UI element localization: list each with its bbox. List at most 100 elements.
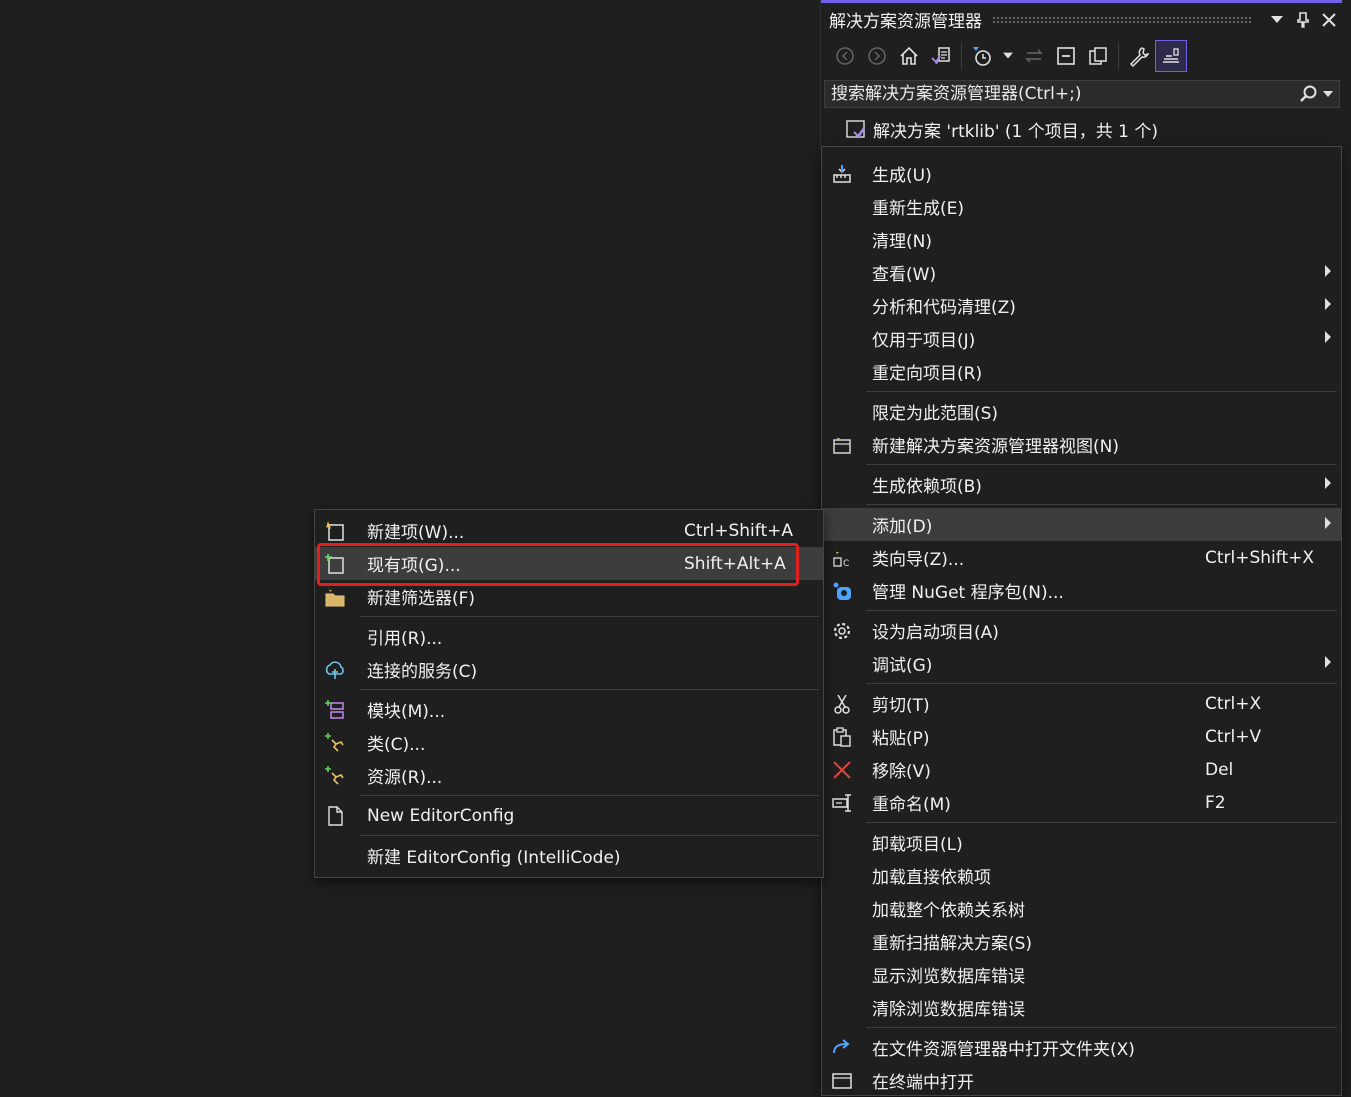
window-position-dropdown-icon[interactable] (1264, 7, 1290, 33)
search-options[interactable] (1299, 84, 1339, 104)
connected-service-icon (323, 658, 347, 682)
terminal-icon (830, 1069, 854, 1093)
svg-text:C: C (843, 559, 849, 569)
menu-item-resource[interactable]: 资源(R)... (315, 759, 823, 792)
project-context-menu: 生成(U) 重新生成(E) 清理(N) 查看(W) 分析和代码清理(Z) 仅用于… (821, 146, 1342, 1096)
menu-item-class[interactable]: 类(C)... (315, 726, 823, 759)
menu-item-cut[interactable]: 剪切(T) Ctrl+X (822, 687, 1341, 720)
open-folder-icon (830, 1036, 854, 1060)
submenu-arrow-icon (1325, 331, 1331, 343)
menu-separator (866, 391, 1337, 392)
menu-item-retarget[interactable]: 重定向项目(R) (822, 355, 1341, 388)
remove-icon (830, 758, 854, 782)
file-icon (323, 804, 347, 828)
show-all-files-icon[interactable] (1082, 40, 1114, 72)
menu-item-view[interactable]: 查看(W) (822, 256, 1341, 289)
module-icon (323, 698, 347, 722)
nuget-icon (830, 579, 854, 603)
new-filter-icon (323, 585, 347, 609)
menu-item-open-in-terminal[interactable]: 在终端中打开 (822, 1064, 1341, 1097)
menu-item-manage-nuget[interactable]: 管理 NuGet 程序包(N)... (822, 574, 1341, 607)
menu-separator (359, 616, 819, 617)
menu-separator (866, 683, 1337, 684)
new-view-icon (830, 433, 854, 457)
menu-item-new-editorconfig-intellicode[interactable]: 新建 EditorConfig (IntelliCode) (315, 839, 823, 872)
menu-item-build[interactable]: 生成(U) (822, 157, 1341, 190)
new-item-icon (323, 519, 347, 543)
solution-root-node[interactable]: 解决方案 'rtklib' (1 个项目，共 1 个) (821, 112, 1342, 146)
chevron-down-icon (1323, 91, 1333, 97)
collapse-all-icon[interactable] (1050, 40, 1082, 72)
menu-item-reference[interactable]: 引用(R)... (315, 620, 823, 653)
solution-explorer-panel: 解决方案资源管理器 搜索解决方案资源管理器(Ctrl+;) 解决方案 'rtkl… (820, 0, 1342, 150)
menu-separator (866, 822, 1337, 823)
menu-item-build-dependencies[interactable]: 生成依赖项(B) (822, 468, 1341, 501)
menu-item-unload-project[interactable]: 卸载项目(L) (822, 826, 1341, 859)
gear-icon (830, 619, 854, 643)
menu-item-load-direct-deps[interactable]: 加载直接依赖项 (822, 859, 1341, 892)
menu-item-rescan-solution[interactable]: 重新扫描解决方案(S) (822, 925, 1341, 958)
panel-title: 解决方案资源管理器 (829, 12, 982, 32)
sync-with-active-document-icon[interactable] (1018, 40, 1050, 72)
solution-explorer-toolbar (821, 36, 1342, 76)
menu-item-new-filter[interactable]: 新建筛选器(F) (315, 580, 823, 613)
menu-item-class-wizard[interactable]: C 类向导(Z)... Ctrl+Shift+X (822, 541, 1341, 574)
paste-icon (830, 725, 854, 749)
submenu-arrow-icon (1325, 298, 1331, 310)
menu-separator (359, 689, 819, 690)
menu-item-rename[interactable]: 重命名(M) F2 (822, 786, 1341, 819)
class-icon (323, 731, 347, 755)
drag-grip[interactable] (992, 15, 1252, 24)
submenu-arrow-icon (1325, 517, 1331, 529)
menu-item-remove[interactable]: 移除(V) Del (822, 753, 1341, 786)
add-submenu: 新建项(W)... Ctrl+Shift+A 现有项(G)... Shift+A… (314, 509, 824, 878)
solution-icon (846, 120, 865, 139)
back-icon[interactable] (829, 40, 861, 72)
menu-item-add[interactable]: 添加(D) (822, 508, 1341, 541)
rename-icon (830, 791, 854, 815)
class-wizard-icon: C (830, 546, 854, 570)
toolbar-separator (961, 43, 962, 69)
menu-item-connected-service[interactable]: 连接的服务(C) (315, 653, 823, 686)
menu-item-existing-item[interactable]: 现有项(G)... Shift+Alt+A (315, 547, 823, 580)
solution-explorer-titlebar: 解决方案资源管理器 (821, 0, 1342, 36)
menu-item-scope-to-this[interactable]: 限定为此范围(S) (822, 395, 1341, 428)
close-icon[interactable] (1316, 7, 1342, 33)
search-icon (1300, 85, 1317, 102)
menu-item-open-in-explorer[interactable]: 在文件资源管理器中打开文件夹(X) (822, 1031, 1341, 1064)
menu-separator (866, 610, 1337, 611)
menu-item-load-dep-tree[interactable]: 加载整个依赖关系树 (822, 892, 1341, 925)
submenu-arrow-icon (1325, 656, 1331, 668)
search-input[interactable] (825, 83, 1299, 105)
submenu-arrow-icon (1325, 265, 1331, 277)
menu-item-module[interactable]: 模块(M)... (315, 693, 823, 726)
forward-icon[interactable] (861, 40, 893, 72)
pending-changes-filter-icon[interactable] (966, 40, 998, 72)
properties-wrench-icon[interactable] (1123, 40, 1155, 72)
scissors-icon (830, 692, 854, 716)
menu-item-rebuild[interactable]: 重新生成(E) (822, 190, 1341, 223)
menu-item-paste[interactable]: 粘贴(P) Ctrl+V (822, 720, 1341, 753)
resource-icon (323, 764, 347, 788)
menu-separator (866, 1027, 1337, 1028)
menu-item-project-only[interactable]: 仅用于项目(J) (822, 322, 1341, 355)
submenu-arrow-icon (1325, 477, 1331, 489)
switch-views-icon[interactable] (925, 40, 957, 72)
preview-selected-items-icon[interactable] (1155, 40, 1187, 72)
solution-search-box[interactable] (824, 80, 1340, 108)
menu-item-new-item[interactable]: 新建项(W)... Ctrl+Shift+A (315, 514, 823, 547)
solution-label: 解决方案 'rtklib' (1 个项目，共 1 个) (873, 121, 1158, 142)
menu-item-clear-db-errors[interactable]: 清除浏览数据库错误 (822, 991, 1341, 1024)
menu-item-clean[interactable]: 清理(N) (822, 223, 1341, 256)
home-icon[interactable] (893, 40, 925, 72)
menu-separator (866, 464, 1337, 465)
menu-item-show-db-errors[interactable]: 显示浏览数据库错误 (822, 958, 1341, 991)
existing-item-icon (323, 552, 347, 576)
menu-item-new-editorconfig[interactable]: New EditorConfig (315, 799, 823, 832)
pin-icon[interactable] (1290, 7, 1316, 33)
menu-item-set-startup[interactable]: 设为启动项目(A) (822, 614, 1341, 647)
filter-dropdown-icon[interactable] (998, 40, 1018, 72)
menu-item-analyze[interactable]: 分析和代码清理(Z) (822, 289, 1341, 322)
menu-item-new-view[interactable]: 新建解决方案资源管理器视图(N) (822, 428, 1341, 461)
menu-item-debug[interactable]: 调试(G) (822, 647, 1341, 680)
